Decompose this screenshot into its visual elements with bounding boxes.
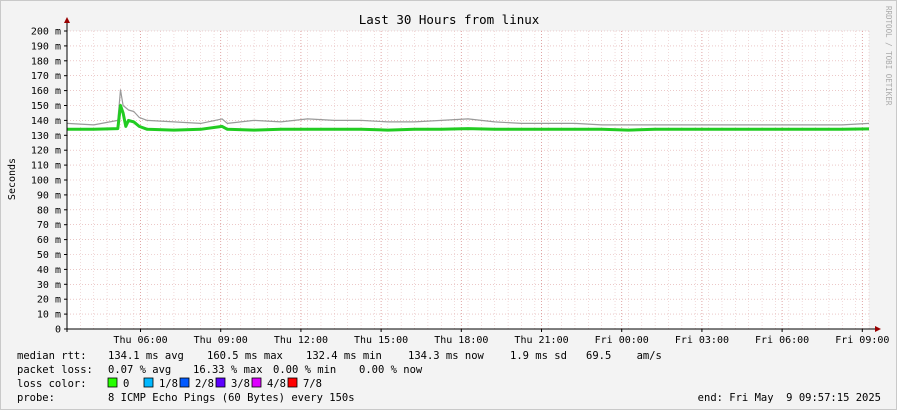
latency-chart: 0 10 m 20 m 30 m 40 m 50 m 60 m 70 m 80 m 90 m 100… <box>7 6 893 404</box>
y-tick-label: 20 m <box>37 295 61 306</box>
y-tick-label: 70 m <box>37 220 61 231</box>
loss-min: 0.00 % min <box>273 364 336 376</box>
x-tick-label: Thu 15:00 <box>354 335 408 346</box>
loss-avg: 0.07 % avg <box>108 364 171 376</box>
y-tick-label: 170 m <box>31 71 61 82</box>
loss-color-item-label: 1/8 <box>159 378 178 390</box>
y-tick-label: 50 m <box>37 250 61 261</box>
loss-color-swatch <box>107 377 118 388</box>
rtt-max: 160.5 ms max <box>207 350 283 362</box>
x-tick-label: Thu 12:00 <box>274 335 328 346</box>
probe-label: probe: <box>17 392 55 404</box>
end-time: end: Fri May 9 09:57:15 2025 <box>698 392 881 404</box>
loss-color-item-label: 0 <box>123 378 129 390</box>
loss-label: packet loss: <box>17 364 93 376</box>
y-tick-label: 10 m <box>37 310 61 321</box>
y-tick-label: 200 m <box>31 27 61 38</box>
loss-max: 16.33 % max <box>193 364 263 376</box>
x-tick-label: Fri 03:00 <box>675 335 729 346</box>
rtt-label: median rtt: <box>17 350 87 362</box>
smokeping-graph: 0 10 m 20 m 30 m 40 m 50 m 60 m 70 m 80 m 90 m 100… <box>0 0 897 410</box>
loss-color-swatch <box>215 377 226 388</box>
x-tick-label: Fri 06:00 <box>755 335 809 346</box>
y-tick-label: 80 m <box>37 205 61 216</box>
rtt-min: 132.4 ms min <box>306 350 382 362</box>
x-tick-label: Fri 09:00 <box>835 335 889 346</box>
y-tick-label: 180 m <box>31 56 61 67</box>
probe-text: 8 ICMP Echo Pings (60 Bytes) every 150s <box>108 392 355 404</box>
rrdtool-watermark: RRDTOOL / TOBI OETIKER <box>884 6 893 106</box>
loss-color-swatch <box>251 377 262 388</box>
y-tick-label: 100 m <box>31 176 61 187</box>
y-tick-label: 90 m <box>37 190 61 201</box>
loss-color-item-label: 3/8 <box>231 378 250 390</box>
rtt-sd: 1.9 ms sd <box>510 350 567 362</box>
loss-color-item-label: 4/8 <box>267 378 286 390</box>
x-tick-labels: Thu 06:00 Thu 09:00 Thu 12:00 Thu 15:00 Thu … <box>113 335 889 346</box>
chart-title: Last 30 Hours from linux <box>359 12 540 27</box>
loss-now: 0.00 % now <box>359 364 423 376</box>
y-tick-label: 140 m <box>31 116 61 127</box>
x-tick-label: Thu 18:00 <box>434 335 488 346</box>
loss-color-swatch <box>143 377 154 388</box>
y-tick-label: 190 m <box>31 41 61 52</box>
y-tick-label: 110 m <box>31 161 61 172</box>
y-tick-label: 120 m <box>31 146 61 157</box>
x-tick-label: Thu 09:00 <box>194 335 248 346</box>
rtt-now: 134.3 ms now <box>408 350 485 362</box>
y-tick-label: 0 <box>55 325 61 336</box>
y-tick-labels: 0 10 m 20 m 30 m 40 m 50 m 60 m 70 m 80 m 90 m 100… <box>31 27 61 336</box>
loss-color-label: loss color: <box>17 378 87 390</box>
x-tick-label: Thu 06:00 <box>113 335 167 346</box>
x-tick-label: Fri 00:00 <box>595 335 649 346</box>
y-axis-arrow-icon <box>64 17 70 23</box>
loss-color-swatch <box>287 377 298 388</box>
y-tick-label: 30 m <box>37 280 61 291</box>
y-tick-label: 150 m <box>31 101 61 112</box>
x-tick-label: Thu 21:00 <box>514 335 568 346</box>
y-axis-label: Seconds <box>7 158 18 200</box>
x-axis-arrow-icon <box>875 326 881 332</box>
y-tick-label: 60 m <box>37 235 61 246</box>
loss-color-item-label: 2/8 <box>195 378 214 390</box>
loss-color-item-label: 7/8 <box>303 378 322 390</box>
y-tick-label: 160 m <box>31 86 61 97</box>
loss-color-legend: 0 1/8 2/8 3/8 4/8 7/8 <box>107 377 322 390</box>
rtt-avg: 134.1 ms avg <box>108 350 184 362</box>
rtt-ams: 69.5 am/s <box>586 350 662 362</box>
y-tick-label: 40 m <box>37 265 61 276</box>
loss-color-swatch <box>179 377 190 388</box>
y-tick-label: 130 m <box>31 131 61 142</box>
